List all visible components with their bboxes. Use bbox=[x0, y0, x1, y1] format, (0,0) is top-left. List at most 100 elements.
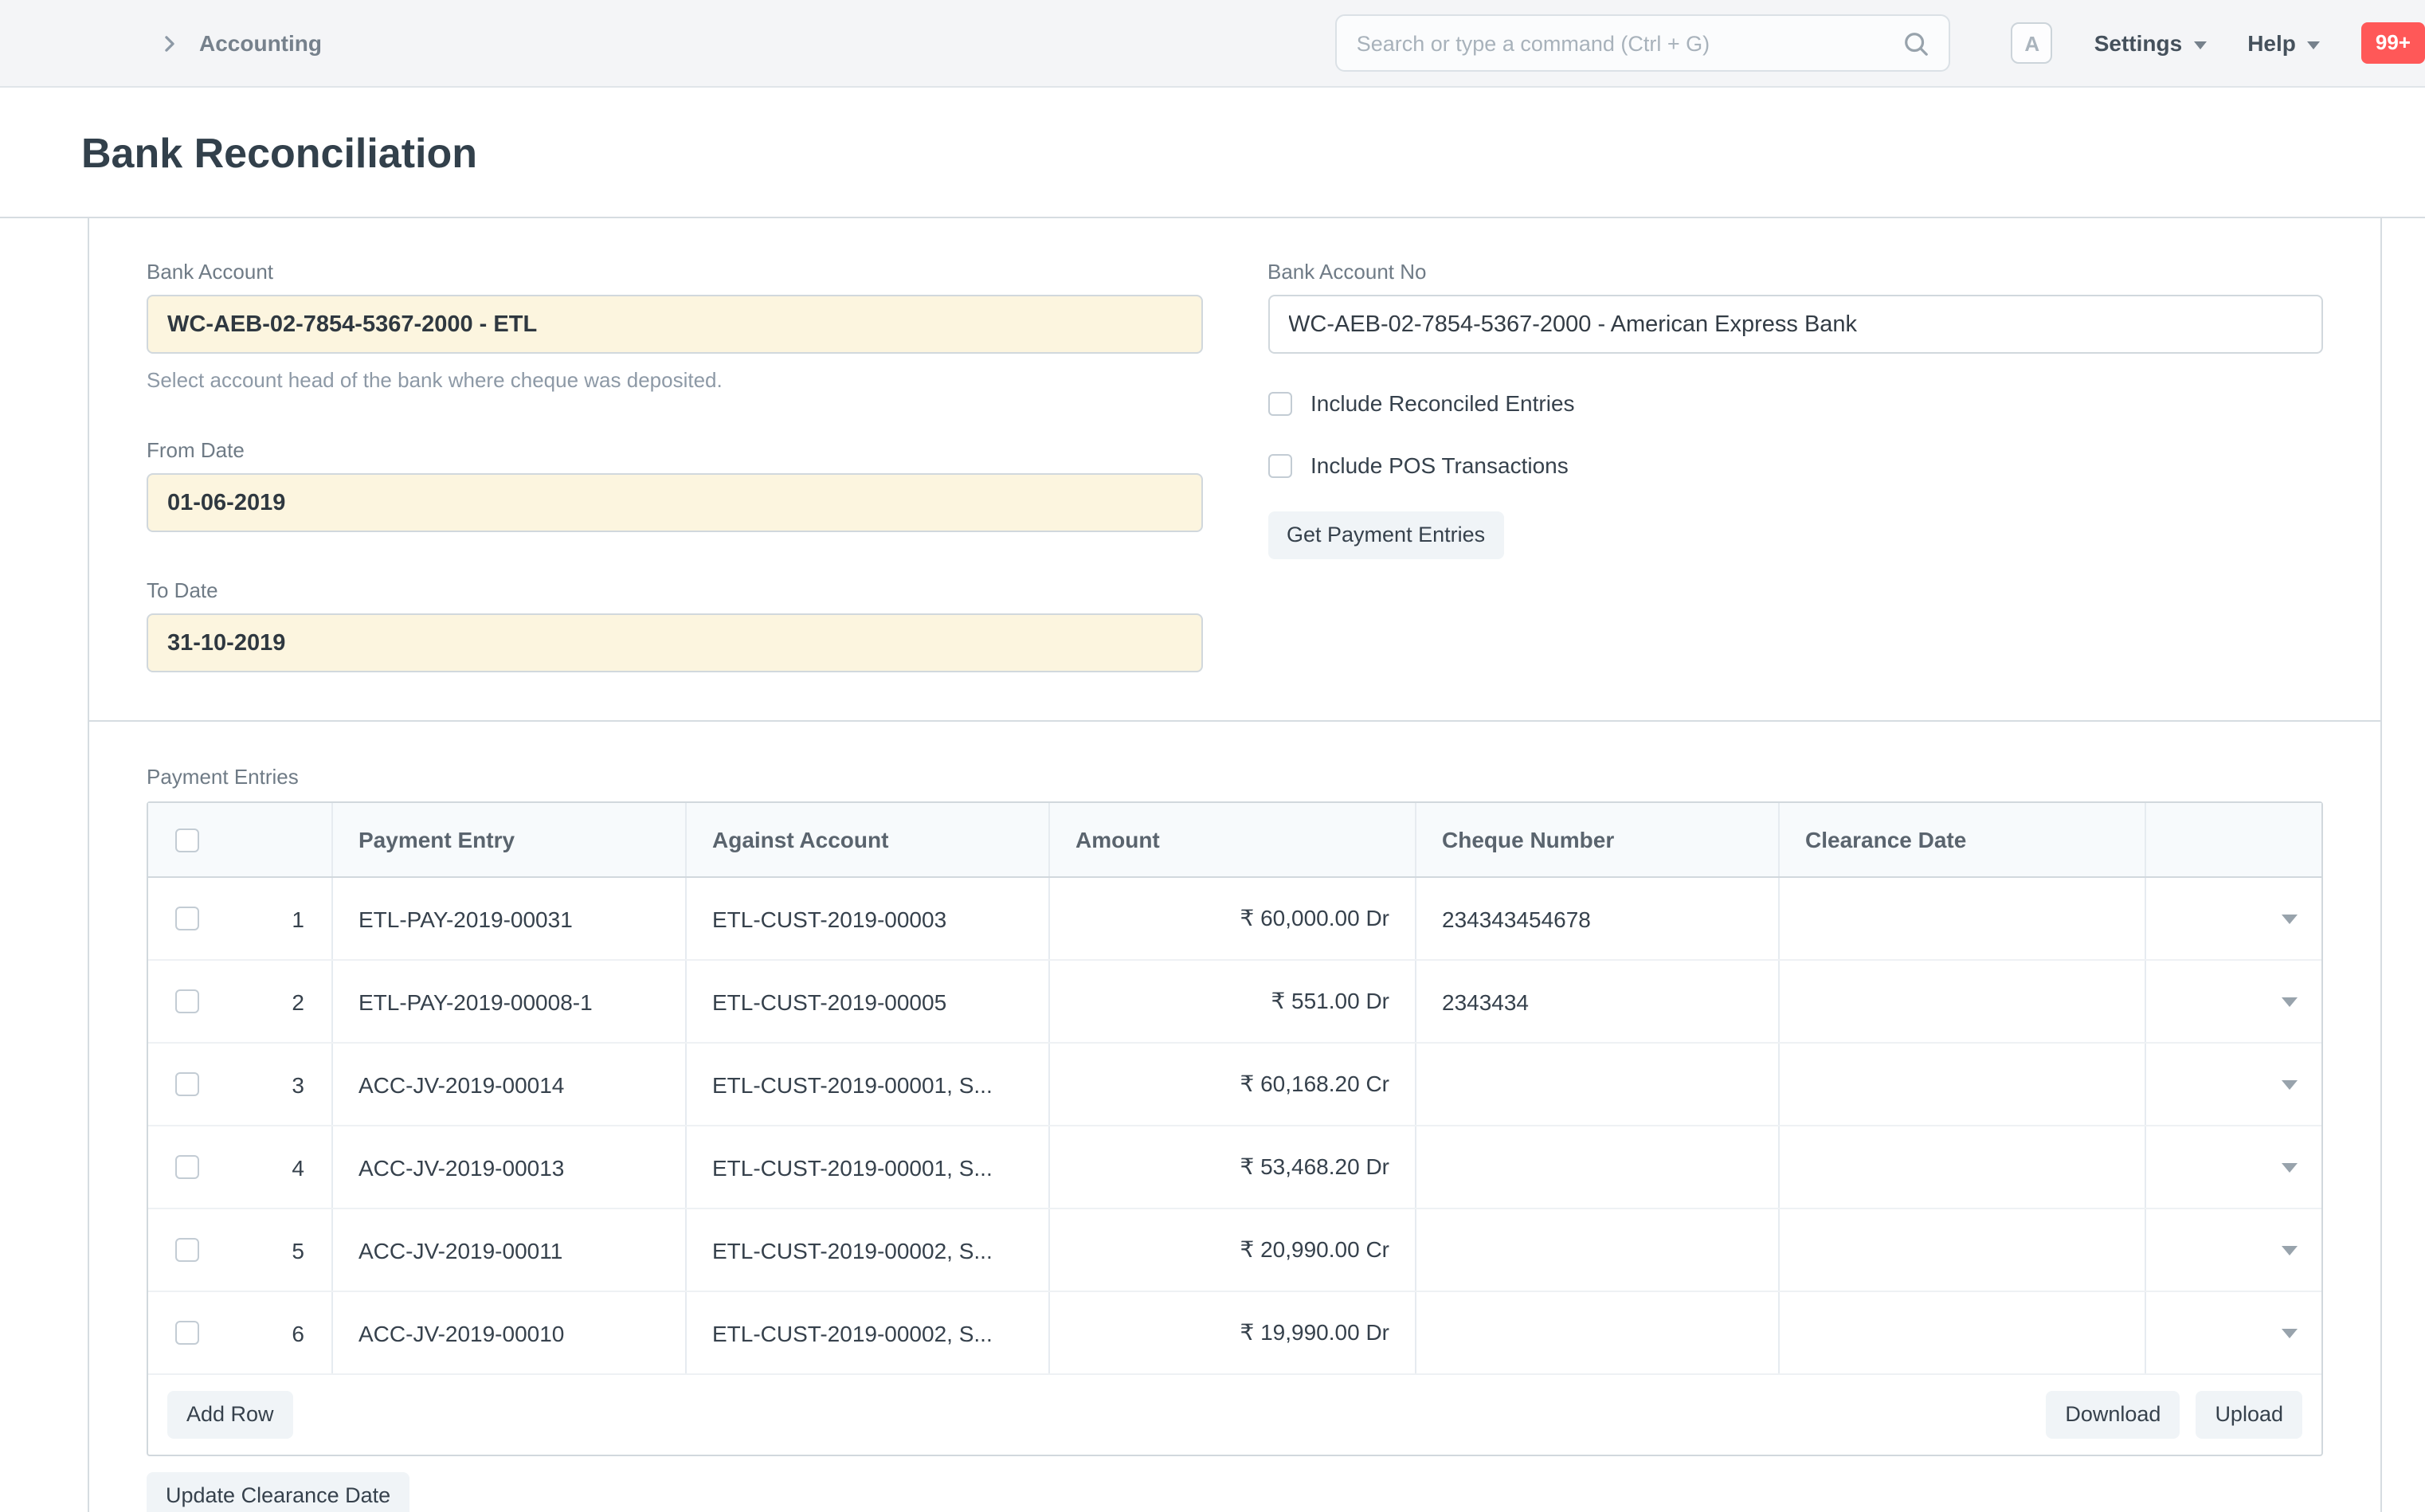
row-index: 2 bbox=[292, 989, 304, 1014]
chevron-right-icon bbox=[159, 33, 180, 53]
row-dropdown-icon[interactable] bbox=[2282, 997, 2298, 1006]
global-search bbox=[1336, 14, 1951, 72]
payment-entry-cell[interactable]: ETL-PAY-2019-00008-1 bbox=[333, 961, 687, 1042]
cheque-number-cell[interactable]: 2343434 bbox=[1416, 961, 1780, 1042]
from-date-input[interactable] bbox=[147, 473, 1202, 532]
against-account-cell[interactable]: ETL-CUST-2019-00002, S... bbox=[687, 1292, 1050, 1373]
row-checkbox[interactable] bbox=[175, 1155, 199, 1179]
cheque-number-cell[interactable] bbox=[1416, 1292, 1780, 1373]
filters-right-column: Bank Account No Include Reconciled Entri… bbox=[1267, 260, 2323, 672]
avatar[interactable]: A bbox=[2012, 22, 2053, 64]
row-checkbox[interactable] bbox=[175, 1321, 199, 1345]
payment-entry-cell[interactable]: ACC-JV-2019-00010 bbox=[333, 1292, 687, 1373]
amount-cell[interactable]: ₹ 551.00 Dr bbox=[1050, 961, 1416, 1042]
grid-footer-right: Download Upload bbox=[2046, 1391, 2302, 1438]
search-icon bbox=[1903, 29, 1930, 57]
row-checkbox[interactable] bbox=[175, 1238, 199, 1262]
to-date-label: To Date bbox=[147, 578, 1202, 602]
upload-button[interactable]: Upload bbox=[2196, 1391, 2302, 1438]
help-label: Help bbox=[2247, 30, 2296, 56]
get-payment-entries-button[interactable]: Get Payment Entries bbox=[1267, 511, 1504, 558]
update-clearance-row: Update Clearance Date bbox=[147, 1471, 2323, 1512]
row-dropdown-icon[interactable] bbox=[2282, 1328, 2298, 1338]
payment-entry-cell[interactable]: ACC-JV-2019-00013 bbox=[333, 1126, 687, 1208]
row-dropdown-icon[interactable] bbox=[2282, 1245, 2298, 1255]
include-pos-label: Include POS Transactions bbox=[1310, 452, 1569, 478]
add-row-button[interactable]: Add Row bbox=[167, 1391, 293, 1438]
include-reconciled-checkbox[interactable] bbox=[1267, 391, 1291, 415]
cheque-number-cell[interactable] bbox=[1416, 1126, 1780, 1208]
column-header-payment-entry: Payment Entry bbox=[333, 803, 687, 876]
breadcrumb[interactable]: Accounting bbox=[159, 30, 322, 56]
payment-entry-cell[interactable]: ETL-PAY-2019-00031 bbox=[333, 878, 687, 959]
bank-account-field: Bank Account Select account head of the … bbox=[147, 260, 1202, 392]
row-select-cell: 2 bbox=[148, 961, 333, 1042]
bank-account-no-label: Bank Account No bbox=[1267, 260, 2323, 284]
row-dropdown-icon[interactable] bbox=[2282, 914, 2298, 923]
include-pos-row: Include POS Transactions bbox=[1267, 452, 2323, 478]
row-dropdown-icon[interactable] bbox=[2282, 1079, 2298, 1089]
row-actions-cell bbox=[2146, 1044, 2321, 1125]
row-dropdown-icon[interactable] bbox=[2282, 1162, 2298, 1172]
cheque-number-cell[interactable] bbox=[1416, 1209, 1780, 1291]
row-checkbox[interactable] bbox=[175, 1072, 199, 1096]
download-button[interactable]: Download bbox=[2046, 1391, 2180, 1438]
against-account-cell[interactable]: ETL-CUST-2019-00001, S... bbox=[687, 1044, 1050, 1125]
row-index: 1 bbox=[292, 906, 304, 931]
clearance-date-cell[interactable] bbox=[1780, 1044, 2146, 1125]
amount-cell[interactable]: ₹ 60,000.00 Dr bbox=[1050, 878, 1416, 959]
notification-badge[interactable]: 99+ bbox=[2361, 22, 2425, 63]
row-actions-cell bbox=[2146, 1126, 2321, 1208]
against-account-cell[interactable]: ETL-CUST-2019-00001, S... bbox=[687, 1126, 1050, 1208]
clearance-date-cell[interactable] bbox=[1780, 1209, 2146, 1291]
payment-entry-cell[interactable]: ACC-JV-2019-00011 bbox=[333, 1209, 687, 1291]
amount-cell[interactable]: ₹ 53,468.20 Dr bbox=[1050, 1126, 1416, 1208]
row-index: 5 bbox=[292, 1237, 304, 1263]
column-header-amount: Amount bbox=[1050, 803, 1416, 876]
update-clearance-date-button[interactable]: Update Clearance Date bbox=[147, 1471, 409, 1512]
clearance-date-cell[interactable] bbox=[1780, 961, 2146, 1042]
bank-account-label: Bank Account bbox=[147, 260, 1202, 284]
amount-cell[interactable]: ₹ 60,168.20 Cr bbox=[1050, 1044, 1416, 1125]
clearance-date-cell[interactable] bbox=[1780, 1126, 2146, 1208]
breadcrumb-label[interactable]: Accounting bbox=[199, 30, 322, 56]
table-row: 1 ETL-PAY-2019-00031 ETL-CUST-2019-00003… bbox=[148, 878, 2321, 961]
row-index: 3 bbox=[292, 1071, 304, 1097]
against-account-cell[interactable]: ETL-CUST-2019-00005 bbox=[687, 961, 1050, 1042]
select-all-checkbox[interactable] bbox=[175, 828, 199, 852]
row-actions-cell bbox=[2146, 961, 2321, 1042]
clearance-date-cell[interactable] bbox=[1780, 878, 2146, 959]
payment-entry-cell[interactable]: ACC-JV-2019-00014 bbox=[333, 1044, 687, 1125]
bank-account-no-input[interactable] bbox=[1267, 295, 2323, 354]
to-date-field: To Date bbox=[147, 578, 1202, 672]
page-title: Bank Reconciliation bbox=[81, 127, 2425, 178]
bank-account-no-field: Bank Account No bbox=[1267, 260, 2323, 354]
bank-account-input[interactable] bbox=[147, 295, 1202, 354]
cheque-number-cell[interactable]: 234343454678 bbox=[1416, 878, 1780, 959]
column-header-against-account: Against Account bbox=[687, 803, 1050, 876]
table-header: Payment Entry Against Account Amount Che… bbox=[148, 803, 2321, 878]
form-card: Bank Account Select account head of the … bbox=[88, 218, 2382, 1512]
row-checkbox[interactable] bbox=[175, 989, 199, 1013]
filters-left-column: Bank Account Select account head of the … bbox=[147, 260, 1202, 672]
settings-menu[interactable]: Settings bbox=[2094, 30, 2206, 56]
include-pos-checkbox[interactable] bbox=[1267, 453, 1291, 477]
app-viewport: Accounting A Settings Help 99+ Bank Reco… bbox=[0, 0, 2425, 1512]
chevron-down-icon bbox=[2307, 41, 2320, 49]
help-menu[interactable]: Help bbox=[2247, 30, 2320, 56]
against-account-cell[interactable]: ETL-CUST-2019-00003 bbox=[687, 878, 1050, 959]
row-select-cell: 4 bbox=[148, 1126, 333, 1208]
cheque-number-cell[interactable] bbox=[1416, 1044, 1780, 1125]
from-date-label: From Date bbox=[147, 438, 1202, 462]
filters-section: Bank Account Select account head of the … bbox=[89, 218, 2380, 722]
include-reconciled-label: Include Reconciled Entries bbox=[1310, 390, 1575, 416]
search-input[interactable] bbox=[1357, 31, 1903, 55]
clearance-date-cell[interactable] bbox=[1780, 1292, 2146, 1373]
row-index: 4 bbox=[292, 1154, 304, 1180]
row-checkbox[interactable] bbox=[175, 907, 199, 930]
against-account-cell[interactable]: ETL-CUST-2019-00002, S... bbox=[687, 1209, 1050, 1291]
amount-cell[interactable]: ₹ 19,990.00 Dr bbox=[1050, 1292, 1416, 1373]
column-header-actions bbox=[2146, 803, 2321, 876]
to-date-input[interactable] bbox=[147, 613, 1202, 672]
amount-cell[interactable]: ₹ 20,990.00 Cr bbox=[1050, 1209, 1416, 1291]
